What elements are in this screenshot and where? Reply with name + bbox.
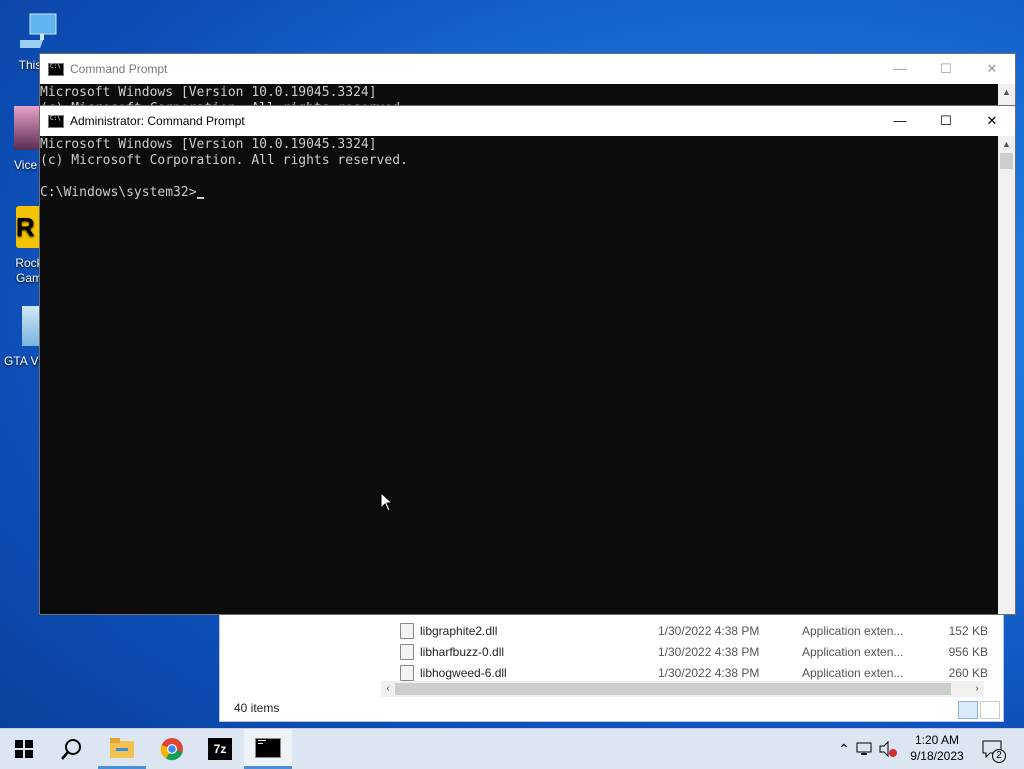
item-count: 40 items	[234, 701, 280, 715]
start-button[interactable]	[0, 729, 48, 769]
details-view-button[interactable]	[958, 701, 978, 719]
search-button[interactable]	[48, 729, 96, 769]
desktop-icon-label: GTA Vi	[4, 354, 41, 368]
minimize-button[interactable]: —	[877, 54, 923, 84]
command-prompt-window-admin[interactable]: Administrator: Command Prompt — ☐ ✕ Micr…	[39, 105, 1016, 615]
file-date: 1/30/2022 4:38 PM	[658, 623, 760, 638]
search-icon	[61, 739, 81, 760]
file-type: Application exten...	[802, 623, 904, 638]
scrollbar-thumb[interactable]	[395, 683, 951, 695]
system-tray: ⌃	[838, 729, 898, 769]
mouse-pointer-icon	[380, 492, 394, 512]
desktop-icon-this-pc[interactable]: This	[10, 10, 70, 72]
file-type: Application exten...	[802, 644, 904, 659]
7zip-icon: 7z	[208, 738, 232, 760]
console-output[interactable]: Microsoft Windows [Version 10.0.19045.33…	[40, 136, 998, 614]
dll-file-icon	[400, 643, 414, 660]
text-cursor	[196, 197, 204, 199]
close-button[interactable]: ✕	[969, 54, 1015, 84]
scrollbar-thumb[interactable]	[1000, 153, 1013, 169]
scroll-up-icon[interactable]: ▲	[998, 136, 1015, 153]
command-prompt-icon	[255, 737, 281, 758]
scroll-up-icon[interactable]: ▲	[998, 84, 1015, 101]
7zip-taskbar-button[interactable]: 7z	[196, 729, 244, 769]
notification-count: 2	[992, 749, 1006, 763]
console-line: Microsoft Windows [Version 10.0.19045.33…	[40, 137, 377, 152]
file-type: Application exten...	[802, 665, 904, 680]
command-prompt-taskbar-button[interactable]	[244, 729, 292, 769]
vertical-scrollbar[interactable]: ▲	[998, 136, 1015, 614]
large-icons-view-button[interactable]	[980, 701, 1000, 719]
desktop-icon-label: Vice	[14, 158, 38, 172]
minimize-button[interactable]: —	[877, 106, 923, 136]
file-size: 956 KB	[948, 644, 988, 659]
volume-muted-icon[interactable]	[878, 741, 898, 757]
clock-date: 9/18/2023	[910, 749, 964, 763]
network-icon[interactable]	[856, 741, 874, 757]
this-pc-icon	[10, 10, 60, 56]
scroll-left-icon[interactable]: ‹	[381, 681, 395, 697]
command-prompt-line[interactable]: C:\Windows\system32>	[40, 185, 197, 200]
file-date: 1/30/2022 4:38 PM	[658, 665, 760, 680]
file-date: 1/30/2022 4:38 PM	[658, 644, 760, 659]
taskbar: 7z ⌃ 1:20 AM 9/18/2023 2	[0, 728, 1024, 769]
command-prompt-icon	[48, 62, 64, 76]
file-row[interactable]: libgraphite2.dll 1/30/2022 4:38 PM Appli…	[400, 620, 988, 641]
file-name: libharfbuzz-0.dll	[420, 644, 505, 659]
chrome-taskbar-button[interactable]	[148, 729, 196, 769]
clock-time: 1:20 AM	[914, 733, 960, 747]
title-bar[interactable]: Administrator: Command Prompt — ☐ ✕	[40, 106, 1015, 136]
window-title: Command Prompt	[70, 62, 168, 76]
file-size: 152 KB	[948, 623, 988, 638]
file-row[interactable]: libharfbuzz-0.dll 1/30/2022 4:38 PM Appl…	[400, 641, 988, 662]
start-icon	[15, 740, 33, 758]
chrome-icon	[160, 738, 183, 761]
show-hidden-icons-icon[interactable]: ⌃	[838, 741, 850, 758]
dll-file-icon	[400, 622, 414, 639]
file-explorer-window[interactable]: libgraphite2.dll 1/30/2022 4:38 PM Appli…	[219, 600, 1004, 722]
file-row[interactable]: libhogweed-6.dll 1/30/2022 4:38 PM Appli…	[400, 662, 988, 683]
file-name: libgraphite2.dll	[420, 623, 498, 638]
horizontal-scrollbar[interactable]: ‹ ›	[381, 681, 984, 697]
window-title: Administrator: Command Prompt	[70, 114, 245, 128]
scroll-right-icon[interactable]: ›	[970, 681, 984, 697]
system-clock[interactable]: 1:20 AM 9/18/2023	[900, 732, 974, 764]
file-size: 260 KB	[948, 665, 988, 680]
command-prompt-icon	[48, 114, 64, 128]
close-button[interactable]: ✕	[969, 106, 1015, 136]
maximize-button[interactable]: ☐	[923, 54, 969, 84]
action-center-button[interactable]: 2	[982, 729, 1006, 769]
title-bar[interactable]: Command Prompt — ☐ ✕	[40, 54, 1015, 84]
dll-file-icon	[400, 664, 414, 681]
file-explorer-icon	[110, 737, 134, 758]
file-name: libhogweed-6.dll	[420, 665, 507, 680]
maximize-button[interactable]: ☐	[923, 106, 969, 136]
console-line: (c) Microsoft Corporation. All rights re…	[40, 153, 408, 168]
file-explorer-taskbar-button[interactable]	[98, 729, 146, 769]
console-line: Microsoft Windows [Version 10.0.19045.33…	[40, 85, 377, 100]
